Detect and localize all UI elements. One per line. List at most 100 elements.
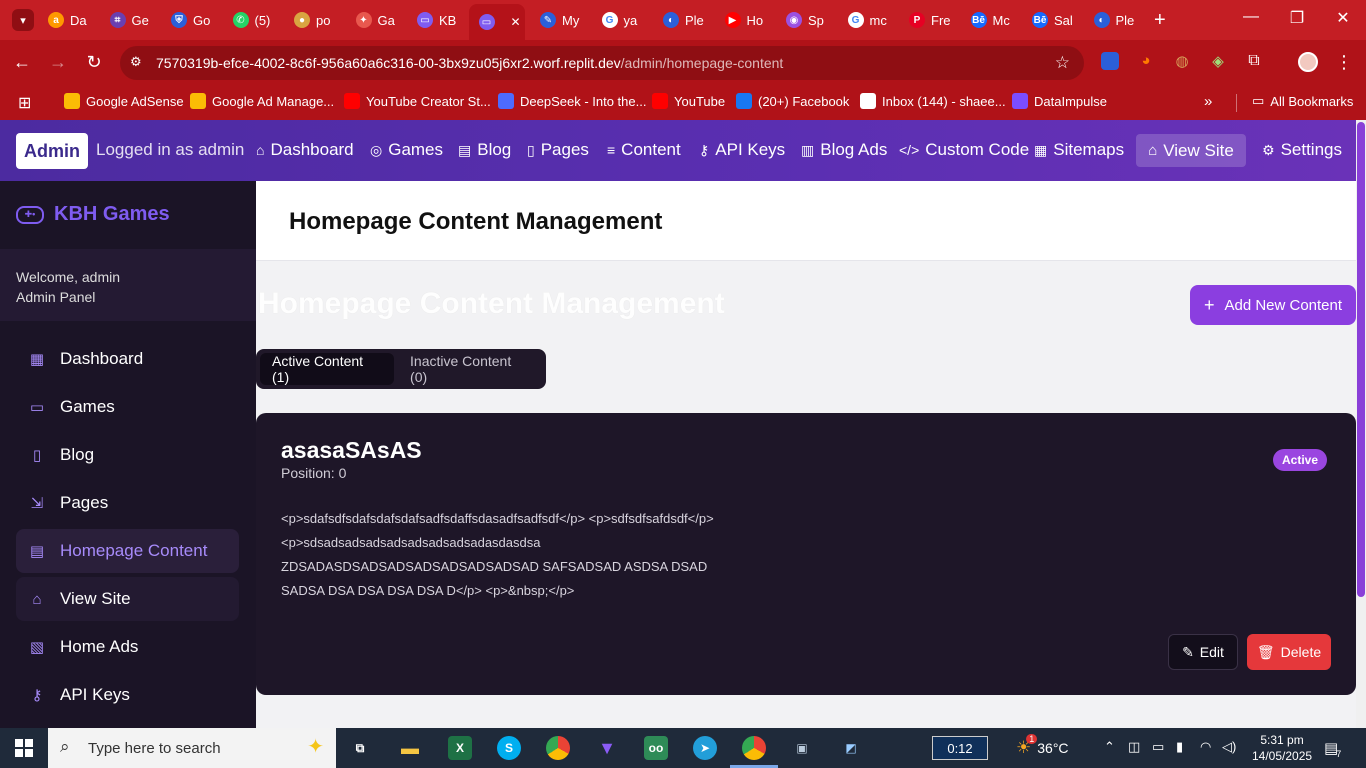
browser-tab[interactable]: ⛨ Go <box>161 6 219 34</box>
sidebar-item-api-keys[interactable]: ⚷ API Keys <box>16 673 239 717</box>
add-new-content-button[interactable]: + Add New Content <box>1190 285 1356 325</box>
forward-icon[interactable]: → <box>46 52 70 73</box>
edit-button[interactable]: ✎ Edit <box>1168 634 1238 670</box>
nav-link-games[interactable]: ◎ Games <box>370 140 443 160</box>
browser-tab[interactable]: ◐ Ple <box>653 6 711 34</box>
notifications-icon[interactable]: ▤7 <box>1324 739 1343 759</box>
bookmark-item[interactable]: YouTube Creator St... <box>344 93 491 109</box>
browser-tab[interactable]: ✆ (5) <box>223 6 281 34</box>
nav-link-api-keys[interactable]: ⚷ API Keys <box>699 140 785 160</box>
camera-icon[interactable]: ◫ <box>1128 739 1140 755</box>
reload-icon[interactable]: ↻ <box>82 52 106 73</box>
browser-tab[interactable]: Gya <box>592 6 650 34</box>
browser-tab[interactable]: ● po <box>284 6 342 34</box>
battery-icon[interactable]: ▮ <box>1176 739 1183 755</box>
nav-link-content[interactable]: ≡ Content <box>607 140 681 160</box>
brand-logo[interactable]: ✚• KBH Games <box>16 203 170 226</box>
page-scrollbar[interactable] <box>1356 120 1366 728</box>
start-button[interactable] <box>0 728 48 768</box>
browser-tab[interactable]: ▭ KB <box>407 6 465 34</box>
back-icon[interactable]: ← <box>10 52 34 73</box>
tv-app-icon[interactable]: oo <box>644 736 668 760</box>
bookmark-item[interactable]: DeepSeek - Into the... <box>498 93 646 109</box>
sidebar-item-home-ads[interactable]: ▧ Home Ads <box>16 625 239 669</box>
volume-icon[interactable]: ◁) <box>1222 739 1236 755</box>
minimize-button[interactable]: — <box>1236 8 1266 26</box>
bookmark-item[interactable]: Google AdSense <box>64 93 184 109</box>
sidebar-item-homepage-content[interactable]: ▤ Homepage Content <box>16 529 239 573</box>
browser-tab[interactable]: Bē Sal <box>1022 6 1080 34</box>
screen-app-icon[interactable]: ▣ <box>790 736 814 760</box>
browser-tab[interactable]: ✎ My <box>530 6 588 34</box>
site-info-icon[interactable]: ⚙ <box>130 54 142 70</box>
browser-tab[interactable]: ▭ ✕ <box>468 4 525 40</box>
delete-button[interactable]: 🗑 Delete <box>1247 634 1331 670</box>
all-bookmarks-button[interactable]: ▭ All Bookmarks <box>1252 93 1353 109</box>
maximize-button[interactable]: ❐ <box>1282 8 1312 28</box>
taskbar-search-input[interactable]: ⌕ Type here to search ✦ <box>48 728 336 768</box>
chevron-up-icon[interactable]: ⌃ <box>1104 739 1115 755</box>
system-clock[interactable]: 5:31 pm 14/05/2025 <box>1252 732 1312 764</box>
nav-link-pages[interactable]: ▯ Pages <box>527 140 589 160</box>
display-icon[interactable]: ▭ <box>1152 739 1164 755</box>
chrome-icon[interactable] <box>546 736 570 760</box>
tab-active-content[interactable]: Active Content (1) <box>260 353 395 385</box>
tab-search-button[interactable]: ▾ <box>6 6 34 34</box>
firefox-extension-icon[interactable]: ◕ <box>1134 52 1158 69</box>
scrollbar-thumb[interactable] <box>1357 122 1365 597</box>
nav-link-blog-ads[interactable]: ▥ Blog Ads <box>801 140 887 160</box>
wifi-icon[interactable]: ◠ <box>1200 739 1211 755</box>
view-site-button[interactable]: ⌂ View Site <box>1136 134 1246 167</box>
sidebar-item-pages[interactable]: ⇲ Pages <box>16 481 239 525</box>
bookmark-item[interactable]: (20+) Facebook <box>736 93 849 109</box>
excel-icon[interactable]: X <box>448 736 472 760</box>
bookmarks-more-button[interactable]: » <box>1204 93 1212 110</box>
file-explorer-icon[interactable]: ▬ <box>398 736 422 760</box>
address-bar[interactable]: ⚙ 7570319b-efce-4002-8c6f-956a60a6c316-0… <box>120 46 1084 80</box>
weather-widget[interactable]: ☀ 1 36°C <box>1016 734 1069 758</box>
bookmark-item[interactable]: Google Ad Manage... <box>190 93 334 109</box>
browser-tab[interactable]: ◐ Ple <box>1084 6 1142 34</box>
close-tab-icon[interactable]: ✕ <box>511 15 521 29</box>
browser-tab[interactable]: a Da <box>38 6 96 34</box>
skype-icon[interactable]: S <box>497 736 521 760</box>
extension-icon[interactable] <box>1098 52 1122 73</box>
notes-app-icon[interactable]: ◩ <box>839 736 863 760</box>
sidebar-item-view-site[interactable]: ⌂ View Site <box>16 577 239 621</box>
chrome-active-icon[interactable] <box>742 736 766 760</box>
content-card: asasaSAsAS Position: 0 Active <p>sdafsdf… <box>256 413 1356 695</box>
sidebar-item-dashboard[interactable]: ▦ Dashboard <box>16 337 239 381</box>
nav-link-blog[interactable]: ▤ Blog <box>458 140 511 160</box>
settings-link[interactable]: ⚙ Settings <box>1262 140 1342 160</box>
sidebar-item-blog[interactable]: ▯ Blog <box>16 433 239 477</box>
bookmark-favicon-icon <box>64 93 80 109</box>
extensions-puzzle-icon[interactable]: ⧉ <box>1242 52 1266 70</box>
telegram-icon[interactable]: ➤ <box>693 736 717 760</box>
cookie-extension-icon[interactable]: ◍ <box>1170 52 1194 70</box>
menu-kebab-icon[interactable]: ⋮ <box>1332 52 1356 73</box>
browser-tab[interactable]: P Fre <box>899 6 957 34</box>
apps-grid-icon[interactable]: ⊞ <box>18 93 31 113</box>
new-tab-button[interactable]: + <box>1150 6 1174 34</box>
browser-tab[interactable]: ◉ Sp <box>776 6 834 34</box>
browser-tab[interactable]: ⌗ Ge <box>100 6 158 34</box>
browser-tab[interactable]: Bē Mc <box>961 6 1019 34</box>
bookmark-item[interactable]: Inbox (144) - shaee... <box>860 93 1006 109</box>
sidebar-item-games[interactable]: ▭ Games <box>16 385 239 429</box>
vpn-app-icon[interactable]: ▼ <box>595 736 619 760</box>
browser-tab[interactable]: Gmc <box>838 6 896 34</box>
task-view-icon[interactable]: ⧉ <box>348 736 372 760</box>
close-window-button[interactable]: ✕ <box>1328 8 1358 28</box>
nav-link-sitemaps[interactable]: ▦ Sitemaps <box>1034 140 1124 160</box>
bookmark-item[interactable]: YouTube <box>652 93 725 109</box>
bookmark-item[interactable]: DataImpulse <box>1012 93 1107 109</box>
vpn-extension-icon[interactable]: ◈ <box>1206 52 1230 70</box>
timer-widget[interactable]: 0:12 <box>932 736 988 760</box>
nav-link-dashboard[interactable]: ⌂ Dashboard <box>256 140 354 160</box>
profile-avatar[interactable] <box>1296 52 1320 77</box>
bookmark-star-icon[interactable]: ☆ <box>1055 53 1070 73</box>
tab-inactive-content[interactable]: Inactive Content (0) <box>398 353 542 385</box>
browser-tab[interactable]: ✦ Ga <box>346 6 404 34</box>
browser-tab[interactable]: ▶ Ho <box>715 6 773 34</box>
nav-link-custom-code[interactable]: </> Custom Code <box>899 140 1029 160</box>
